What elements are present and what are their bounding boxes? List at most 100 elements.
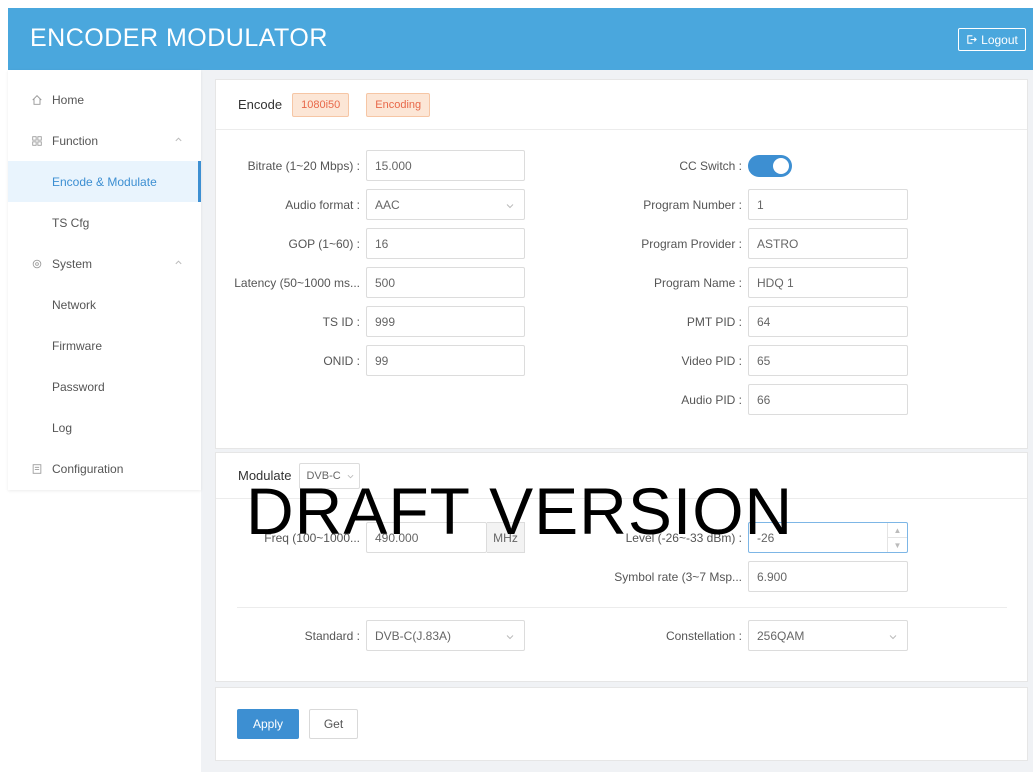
gop-label: GOP (1~60) : <box>288 236 360 251</box>
video-pid-label: Video PID : <box>681 353 742 368</box>
audio-format-select[interactable]: AAC <box>366 189 525 220</box>
constellation-label: Constellation : <box>665 628 742 643</box>
sidebar-item-configuration[interactable]: Configuration <box>8 448 201 489</box>
ts-id-input[interactable]: 999 <box>366 306 525 337</box>
standard-row: Standard : DVB-C(J.83A) <box>225 620 525 651</box>
onid-label: ONID : <box>323 353 360 368</box>
latency-input[interactable]: 500 <box>366 267 525 298</box>
sidebar-item-function[interactable]: Function <box>8 120 201 161</box>
level-stepper[interactable]: ▲ ▼ <box>887 523 907 552</box>
logout-icon <box>967 35 978 44</box>
onid-input[interactable]: 99 <box>366 345 525 376</box>
symbol-rate-label: Symbol rate (3~7 Msp... <box>614 569 742 584</box>
stepper-down-icon[interactable]: ▼ <box>888 537 907 552</box>
program-number-input[interactable]: 1 <box>748 189 908 220</box>
ts-id-label: TS ID : <box>322 314 360 329</box>
level-input[interactable]: -26 ▲ ▼ <box>748 522 908 553</box>
sidebar-label-encode-modulate: Encode & Modulate <box>52 174 157 189</box>
chevron-down-icon <box>506 204 514 209</box>
status-tag: Encoding <box>366 92 431 117</box>
cc-switch-toggle[interactable] <box>748 154 792 177</box>
sidebar-item-home[interactable]: Home <box>8 79 201 120</box>
standard-label: Standard : <box>304 628 360 643</box>
sidebar-item-system[interactable]: System <box>8 243 201 284</box>
standard-select[interactable]: DVB-C(J.83A) <box>366 620 525 651</box>
program-provider-input[interactable]: ASTRO <box>748 228 908 259</box>
standard-value: DVB-C(J.83A) <box>375 628 452 643</box>
audio-format-value: AAC <box>375 197 400 212</box>
program-number-label: Program Number : <box>643 197 742 212</box>
resolution-tag: 1080i50 <box>292 92 350 117</box>
audio-format-label: Audio format : <box>285 197 360 212</box>
audio-pid-input[interactable]: 66 <box>748 384 908 415</box>
chevron-down-icon <box>506 635 514 640</box>
modulate-mode-select[interactable]: DVB-C <box>299 462 360 489</box>
encode-title: Encode <box>238 97 283 112</box>
sidebar-item-encode-modulate[interactable]: Encode & Modulate <box>8 161 201 202</box>
cc-switch-row: CC Switch : <box>600 150 792 181</box>
program-name-input[interactable]: HDQ 1 <box>748 267 908 298</box>
symbol-rate-input[interactable]: 6.900 <box>748 561 908 592</box>
program-provider-row: Program Provider : ASTRO <box>600 228 908 259</box>
sidebar-item-log[interactable]: Log <box>8 407 201 448</box>
pmt-pid-label: PMT PID : <box>686 314 742 329</box>
sidebar-label-system: System <box>52 256 93 271</box>
stepper-up-icon[interactable]: ▲ <box>888 523 907 537</box>
latency-row: Latency (50~1000 ms... 500 <box>225 267 525 298</box>
bitrate-input[interactable]: 15.000 <box>366 150 525 181</box>
video-pid-row: Video PID : 65 <box>600 345 908 376</box>
freq-unit: MHz <box>487 522 525 553</box>
audio-pid-row: Audio PID : 66 <box>600 384 908 415</box>
logout-label: Logout <box>981 32 1018 47</box>
program-name-row: Program Name : HDQ 1 <box>600 267 908 298</box>
gop-input[interactable]: 16 <box>366 228 525 259</box>
app-title: ENCODER MODULATOR <box>30 24 328 52</box>
chevron-down-icon <box>889 635 897 640</box>
sidebar-label-configuration: Configuration <box>52 461 124 476</box>
sidebar-label-log: Log <box>52 420 73 435</box>
sidebar-label-function: Function <box>52 133 99 148</box>
freq-row: Freq (100~1000... 490.000 MHz <box>225 522 525 553</box>
freq-input[interactable]: 490.000 <box>366 522 487 553</box>
pmt-pid-input[interactable]: 64 <box>748 306 908 337</box>
bitrate-label: Bitrate (1~20 Mbps) : <box>247 158 360 173</box>
level-label: Level (-26~-33 dBm) : <box>625 530 742 545</box>
modulate-title: Modulate <box>238 468 292 483</box>
sidebar-label-password: Password <box>52 379 105 394</box>
freq-label: Freq (100~1000... <box>264 530 360 545</box>
sidebar-label-ts-cfg: TS Cfg <box>52 215 90 230</box>
sidebar-item-network[interactable]: Network <box>8 284 201 325</box>
video-pid-input[interactable]: 65 <box>748 345 908 376</box>
app-header: ENCODER MODULATOR Logout <box>8 8 1033 70</box>
logout-button[interactable]: Logout <box>958 28 1026 51</box>
apply-button[interactable]: Apply <box>237 709 299 739</box>
audio-format-row: Audio format : AAC <box>225 189 525 220</box>
sidebar-item-password[interactable]: Password <box>8 366 201 407</box>
chevron-up-icon <box>175 137 182 142</box>
pmt-pid-row: PMT PID : 64 <box>600 306 908 337</box>
cc-switch-label: CC Switch : <box>679 158 742 173</box>
constellation-select[interactable]: 256QAM <box>748 620 908 651</box>
symbol-rate-row: Symbol rate (3~7 Msp... 6.900 <box>600 561 908 592</box>
sidebar-label-home: Home <box>52 92 85 107</box>
bitrate-row: Bitrate (1~20 Mbps) : 15.000 <box>225 150 525 181</box>
sidebar-item-ts-cfg[interactable]: TS Cfg <box>8 202 201 243</box>
level-value: -26 <box>757 530 775 545</box>
constellation-row: Constellation : 256QAM <box>600 620 908 651</box>
modulate-divider <box>237 607 1007 608</box>
level-row: Level (-26~-33 dBm) : -26 ▲ ▼ <box>600 522 908 553</box>
sidebar-item-firmware[interactable]: Firmware <box>8 325 201 366</box>
program-name-label: Program Name : <box>653 275 742 290</box>
settings-icon <box>30 257 44 271</box>
audio-pid-label: Audio PID : <box>681 392 742 407</box>
get-button[interactable]: Get <box>309 709 358 739</box>
sidebar-label-network: Network <box>52 297 97 312</box>
sidebar-label-firmware: Firmware <box>52 338 102 353</box>
latency-label: Latency (50~1000 ms... <box>234 275 360 290</box>
chevron-down-icon <box>347 474 354 478</box>
program-number-row: Program Number : 1 <box>600 189 908 220</box>
gop-row: GOP (1~60) : 16 <box>225 228 525 259</box>
constellation-value: 256QAM <box>757 628 805 643</box>
modulate-panel-header: Modulate DVB-C <box>216 453 1027 499</box>
program-provider-label: Program Provider : <box>641 236 742 251</box>
